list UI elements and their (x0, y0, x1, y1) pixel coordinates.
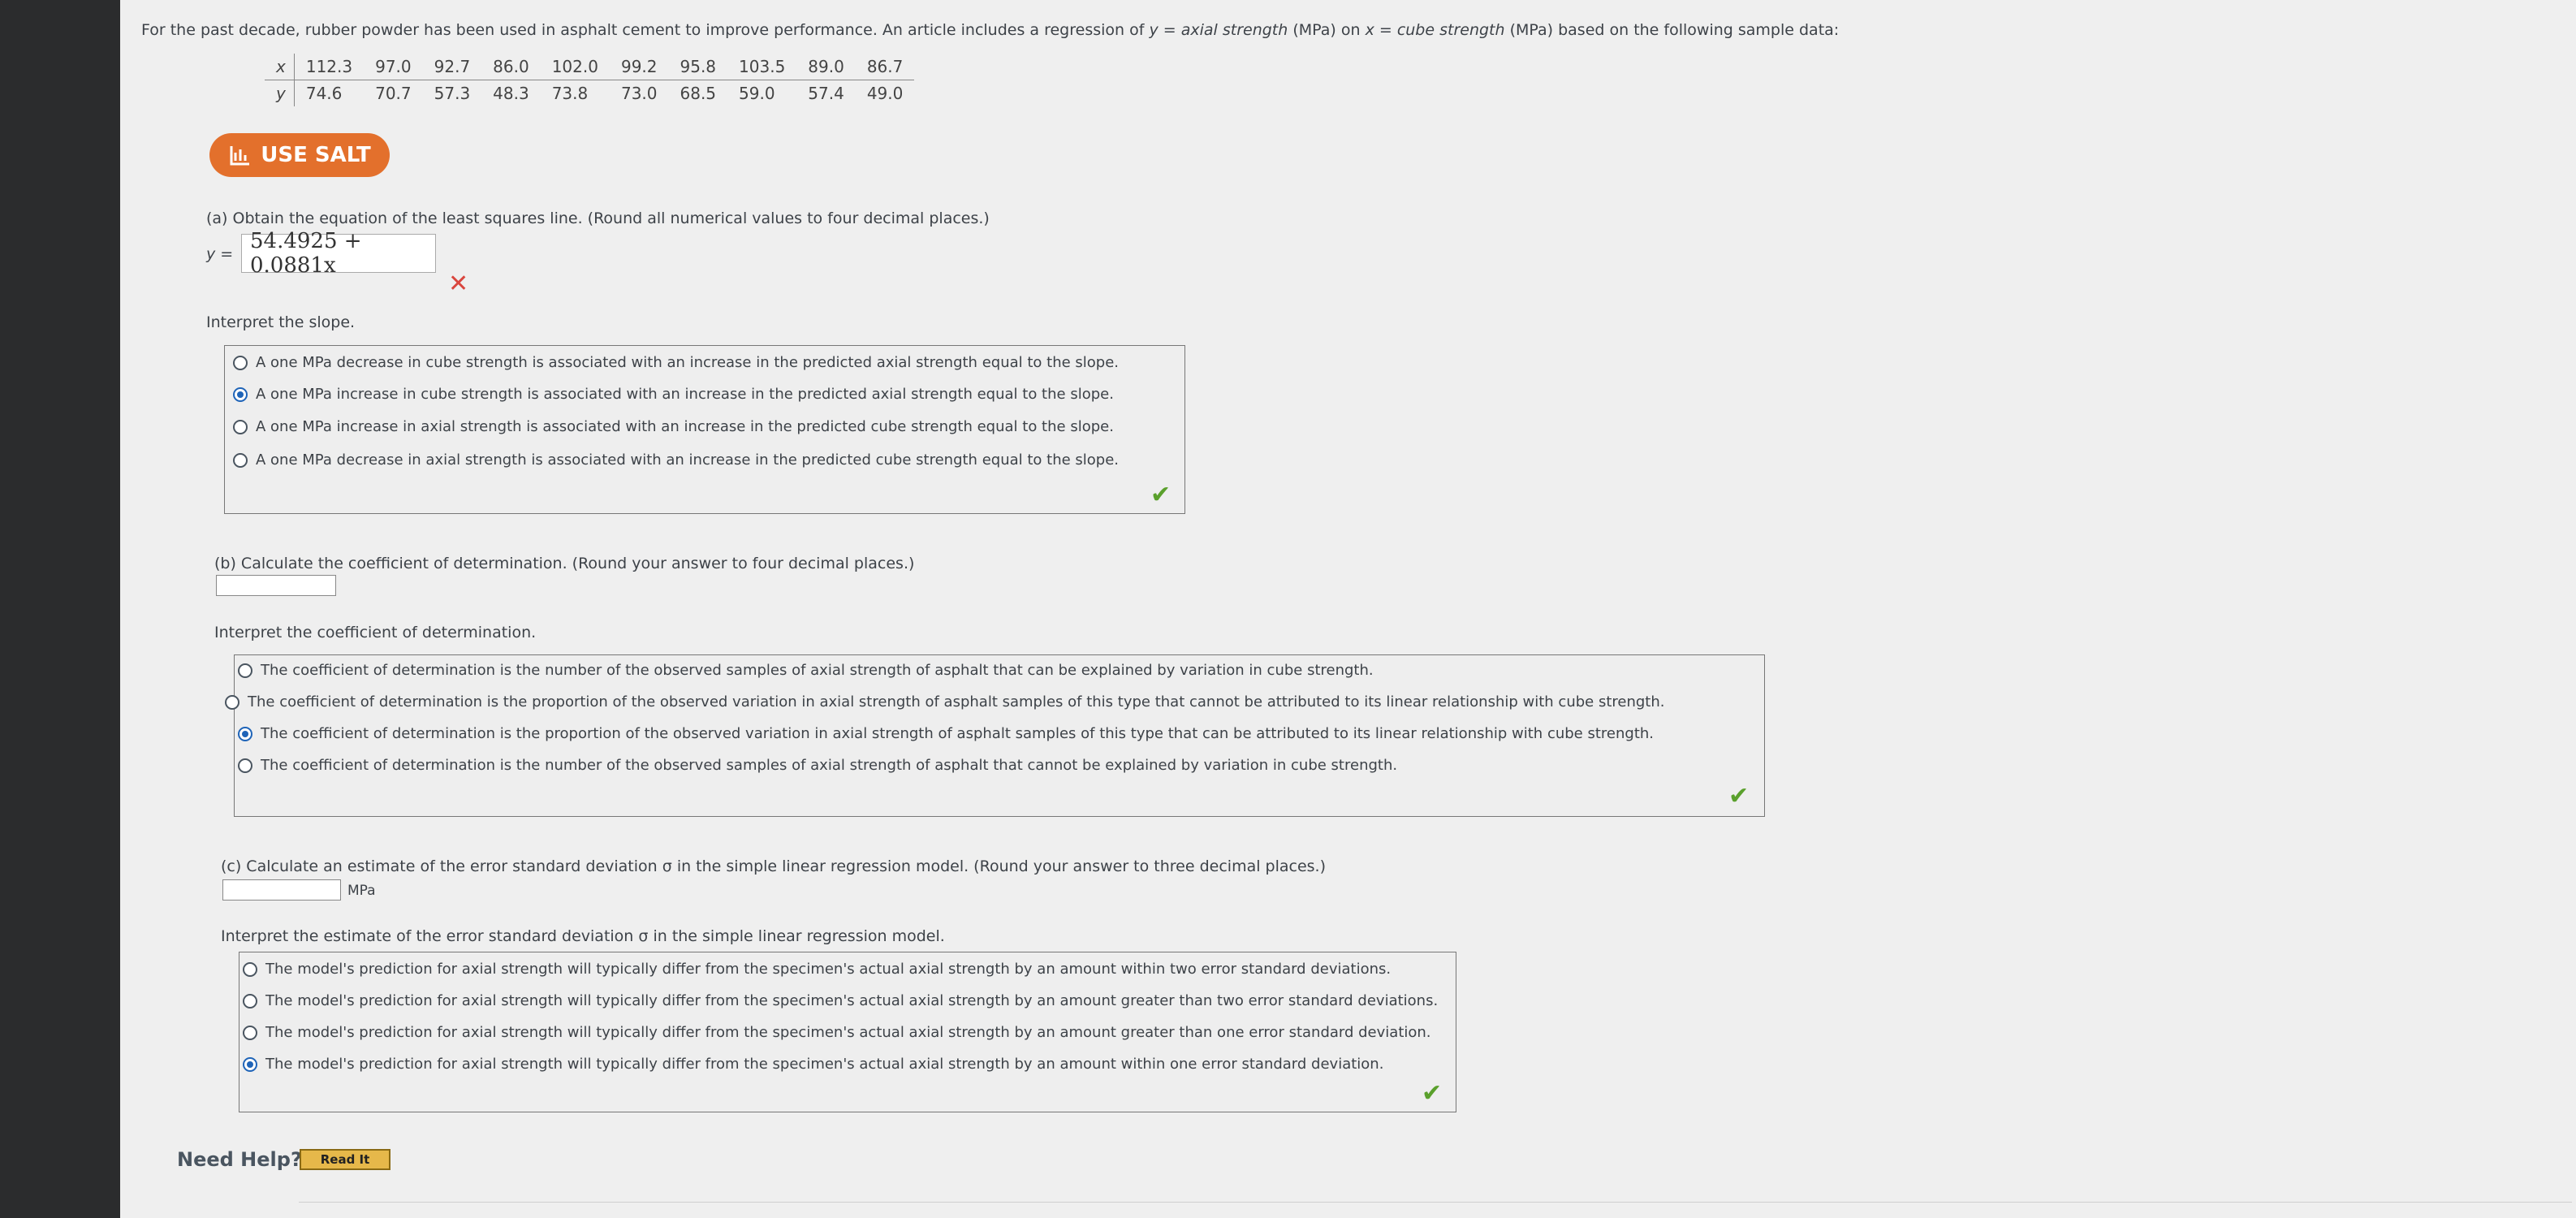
option-label: The model's prediction for axial strengt… (265, 1056, 1384, 1073)
salt-chart-icon (230, 146, 250, 166)
read-it-button[interactable]: Read It (300, 1149, 390, 1170)
option-label: The coefficient of determination is the … (261, 662, 1374, 679)
sigma-option[interactable]: The model's prediction for axial strengt… (243, 1024, 1431, 1041)
x-value: 86.0 (481, 54, 541, 80)
x-value: 99.2 (609, 54, 669, 80)
interpret-r2-prompt: Interpret the coefficient of determinati… (214, 624, 537, 641)
correct-check-icon: ✔ (1422, 1079, 1443, 1108)
sigma-option[interactable]: The model's prediction for axial strengt… (243, 961, 1391, 978)
mpa-unit-label: MPa (347, 883, 376, 899)
sigma-option[interactable]: The model's prediction for axial strengt… (243, 992, 1438, 1009)
radio-button[interactable] (225, 694, 239, 710)
option-label: A one MPa increase in cube strength is a… (256, 386, 1114, 403)
y-value: 73.8 (551, 84, 589, 103)
x-value: 92.7 (422, 54, 482, 80)
correct-check-icon: ✔ (1150, 481, 1171, 509)
slope-option[interactable]: A one MPa increase in axial strength is … (233, 418, 1114, 435)
radio-button[interactable] (233, 452, 248, 468)
y-value: 70.7 (375, 84, 412, 103)
interpret-sigma-prompt: Interpret the estimate of the error stan… (221, 927, 945, 945)
option-label: The model's prediction for axial strengt… (265, 961, 1392, 978)
y-row: y 74.6 70.7 57.3 48.3 73.8 73.0 68.5 59.… (265, 80, 914, 106)
option-label: The coefficient of determination is the … (248, 693, 1665, 710)
x-value: 89.0 (796, 54, 856, 80)
r2-choices: The coefficient of determination is the … (225, 654, 1765, 817)
part-b-prompt: (b) Calculate the coefficient of determi… (214, 555, 915, 572)
y-value: 59.0 (739, 84, 775, 103)
correct-check-icon: ✔ (1728, 782, 1750, 810)
slope-choices: A one MPa decrease in cube strength is a… (224, 345, 1185, 514)
r2-option[interactable]: The coefficient of determination is the … (238, 662, 1374, 679)
x-value: 112.3 (294, 54, 365, 80)
sigma-choices: The model's prediction for axial strengt… (239, 952, 1456, 1112)
use-salt-button[interactable]: USE SALT (209, 133, 390, 177)
option-label: The model's prediction for axial strengt… (265, 1024, 1431, 1041)
radio-button-selected[interactable] (238, 726, 252, 741)
option-label: The coefficient of determination is the … (261, 725, 1655, 742)
sample-data-table: x 112.3 97.0 92.7 86.0 102.0 99.2 95.8 1… (265, 54, 915, 106)
incorrect-x-icon: ✕ (448, 270, 469, 298)
problem-intro: For the past decade, rubber powder has b… (141, 21, 1840, 39)
y-equals-label: y = (206, 245, 234, 263)
x-value: 103.5 (727, 54, 797, 80)
radio-button[interactable] (233, 355, 248, 370)
divider (299, 1202, 2572, 1203)
x-label: x (265, 54, 295, 80)
x-value: 97.0 (364, 54, 423, 80)
option-label: A one MPa increase in axial strength is … (256, 418, 1114, 435)
y-value: 48.3 (493, 84, 529, 103)
y-value: 74.6 (305, 84, 343, 103)
interpret-slope-prompt: Interpret the slope. (206, 313, 356, 331)
radio-button-selected[interactable] (243, 1056, 257, 1072)
left-sidebar (0, 0, 120, 1218)
radio-button[interactable] (238, 758, 252, 773)
y-value: 73.0 (620, 84, 658, 103)
radio-button[interactable] (238, 663, 252, 678)
part-c-prompt: (c) Calculate an estimate of the error s… (221, 857, 1327, 875)
coefficient-of-determination-input[interactable] (216, 575, 336, 596)
slope-option[interactable]: A one MPa decrease in axial strength is … (233, 451, 1119, 469)
radio-button[interactable] (243, 993, 257, 1009)
question-page: For the past decade, rubber powder has b… (120, 0, 2576, 1218)
least-squares-answer-field[interactable]: 54.4925 + 0.0881x (241, 229, 436, 278)
option-label: A one MPa decrease in cube strength is a… (256, 354, 1120, 371)
sigma-option[interactable]: The model's prediction for axial strengt… (243, 1056, 1383, 1073)
need-help-label: Need Help? (177, 1148, 302, 1171)
radio-button[interactable] (243, 961, 257, 977)
radio-button-selected[interactable] (233, 387, 248, 402)
y-value: 57.4 (808, 84, 844, 103)
radio-button[interactable] (243, 1025, 257, 1040)
radio-button[interactable] (233, 419, 248, 434)
x-value: 95.8 (668, 54, 728, 80)
r2-option[interactable]: The coefficient of determination is the … (238, 725, 1654, 742)
option-label: The model's prediction for axial strengt… (265, 992, 1439, 1009)
y-label: y (265, 80, 295, 106)
y-value: 68.5 (680, 84, 717, 103)
use-salt-label: USE SALT (261, 143, 371, 167)
r2-option[interactable]: The coefficient of determination is the … (225, 693, 1664, 710)
part-a-prompt: (a) Obtain the equation of the least squ… (206, 209, 990, 227)
slope-option[interactable]: A one MPa decrease in cube strength is a… (233, 354, 1119, 371)
option-label: The coefficient of determination is the … (261, 757, 1398, 774)
y-value: 49.0 (866, 84, 904, 103)
r2-option[interactable]: The coefficient of determination is the … (238, 757, 1397, 774)
slope-option[interactable]: A one MPa increase in cube strength is a… (233, 386, 1114, 403)
error-std-dev-input[interactable] (222, 879, 341, 901)
x-row: x 112.3 97.0 92.7 86.0 102.0 99.2 95.8 1… (265, 54, 915, 80)
x-value: 86.7 (855, 54, 915, 80)
x-value: 102.0 (540, 54, 610, 80)
y-value: 57.3 (434, 84, 471, 103)
option-label: A one MPa decrease in axial strength is … (256, 451, 1120, 469)
